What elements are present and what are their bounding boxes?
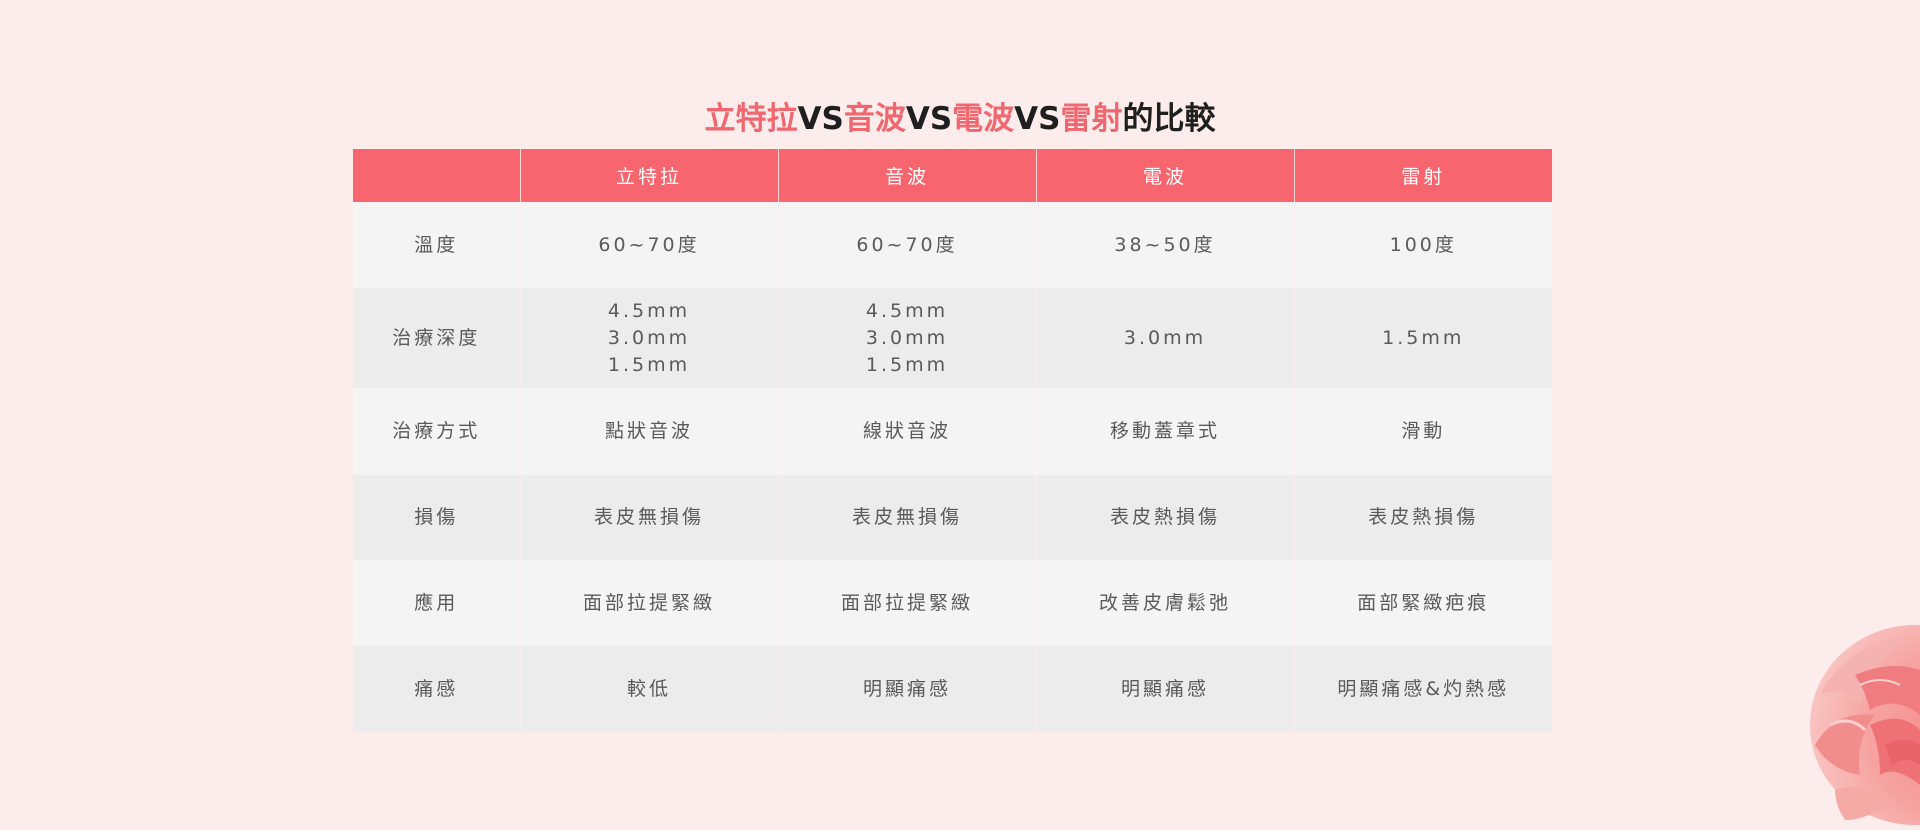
cell-text: 表皮無損傷 [593,506,704,528]
row-label-damage: 損傷 [353,475,521,560]
cell-text: 100度 [1389,233,1457,256]
page-title: 立特拉VS音波VS電波VS雷射的比較 [0,95,1920,143]
table-cell: 38~50度 [1036,202,1295,288]
cell-text: 表皮熱損傷 [1109,506,1220,528]
row-label-pain: 痛感 [353,646,521,732]
cell-text: 3.0mm [1123,326,1207,349]
cell-text: 點狀音波 [604,420,693,442]
cell-text: 明顯痛感&灼熱感 [1337,677,1510,700]
cell-text: 面部拉提緊緻 [840,591,973,614]
table-cell: 表皮熱損傷 [1294,475,1552,560]
header-cell-radiofrequency: 電波 [1036,149,1295,202]
header-cell-liteli: 立特拉 [520,149,779,202]
title-part-radiofrequency: 電波 [952,100,1015,137]
cell-text: 改善皮膚鬆弛 [1098,591,1231,614]
cell-text: 滑動 [1401,420,1446,442]
table-cell: 60~70度 [520,202,779,288]
row-label-treatment-method: 治療方式 [353,388,521,475]
title-vs-1: VS [797,100,844,137]
cell-text: 60~70度 [856,233,958,256]
table-cell: 表皮無損傷 [520,475,779,560]
table-row: 損傷 表皮無損傷 表皮無損傷 表皮熱損傷 表皮熱損傷 [353,475,1552,560]
table-cell: 點狀音波 [520,388,779,475]
cell-text: 表皮熱損傷 [1368,506,1479,528]
table-cell: 線狀音波 [778,388,1037,475]
cell-text: 1.5mm [607,353,691,376]
table-row: 治療方式 點狀音波 線狀音波 移動蓋章式 滑動 [353,388,1552,475]
row-label-application: 應用 [353,560,521,646]
table-cell: 明顯痛感&灼熱感 [1294,646,1552,732]
comparison-table: 立特拉 音波 電波 雷射 溫度 60~70度 60~70度 38~50度 100… [353,149,1552,732]
cell-text: 明顯痛感 [1120,677,1209,700]
table-cell: 面部拉提緊緻 [520,560,779,646]
cell-text: 1.5mm [865,353,949,376]
cell-text: 面部緊緻疤痕 [1357,591,1490,614]
title-part-liteli: 立特拉 [704,100,798,137]
table-row: 溫度 60~70度 60~70度 38~50度 100度 [353,202,1552,288]
table-cell: 表皮熱損傷 [1036,475,1295,560]
cell-text: 3.0mm [865,326,949,349]
rose-flower-icon [1800,615,1920,830]
header-cell-empty [353,149,521,202]
row-label-temperature: 溫度 [353,202,521,288]
table-cell: 移動蓋章式 [1036,388,1295,475]
row-label-treatment-depth: 治療深度 [353,288,521,388]
table-cell: 4.5mm 3.0mm 1.5mm [520,288,779,388]
table-header-row: 立特拉 音波 電波 雷射 [353,149,1552,202]
header-cell-laser: 雷射 [1294,149,1552,202]
table-row: 應用 面部拉提緊緻 面部拉提緊緻 改善皮膚鬆弛 面部緊緻疤痕 [353,560,1552,646]
cell-text: 較低 [626,677,671,700]
title-vs-2: VS [905,100,953,137]
table-cell: 改善皮膚鬆弛 [1036,560,1295,646]
table-cell: 4.5mm 3.0mm 1.5mm [778,288,1037,388]
table-row: 治療深度 4.5mm 3.0mm 1.5mm 4.5mm 3.0mm 1.5mm… [353,288,1552,388]
table-cell: 面部緊緻疤痕 [1294,560,1552,646]
title-part-ultrasound: 音波 [843,100,906,137]
table-cell: 較低 [520,646,779,732]
table-cell: 明顯痛感 [1036,646,1295,732]
cell-text: 38~50度 [1114,233,1216,256]
table-cell: 明顯痛感 [778,646,1037,732]
cell-text: 4.5mm [865,299,949,322]
table-cell: 表皮無損傷 [778,475,1037,560]
title-vs-3: VS [1014,100,1061,137]
table-cell: 滑動 [1294,388,1552,475]
cell-text: 移動蓋章式 [1109,420,1220,442]
table-cell: 60~70度 [778,202,1037,288]
table-cell: 3.0mm [1036,288,1295,388]
cell-text: 4.5mm [607,299,691,322]
table-cell: 100度 [1294,202,1552,288]
table-cell: 面部拉提緊緻 [778,560,1037,646]
table-row: 痛感 較低 明顯痛感 明顯痛感 明顯痛感&灼熱感 [353,646,1552,732]
cell-text: 1.5mm [1382,326,1465,349]
title-part-laser: 雷射 [1060,100,1123,137]
cell-text: 面部拉提緊緻 [582,591,715,614]
cell-text: 表皮無損傷 [851,506,962,528]
cell-text: 60~70度 [598,233,700,256]
header-cell-ultrasound: 音波 [778,149,1037,202]
title-suffix: 的比較 [1122,100,1216,137]
cell-text: 明顯痛感 [862,677,951,700]
cell-text: 3.0mm [607,326,691,349]
cell-text: 線狀音波 [862,420,951,442]
table-cell: 1.5mm [1294,288,1552,388]
